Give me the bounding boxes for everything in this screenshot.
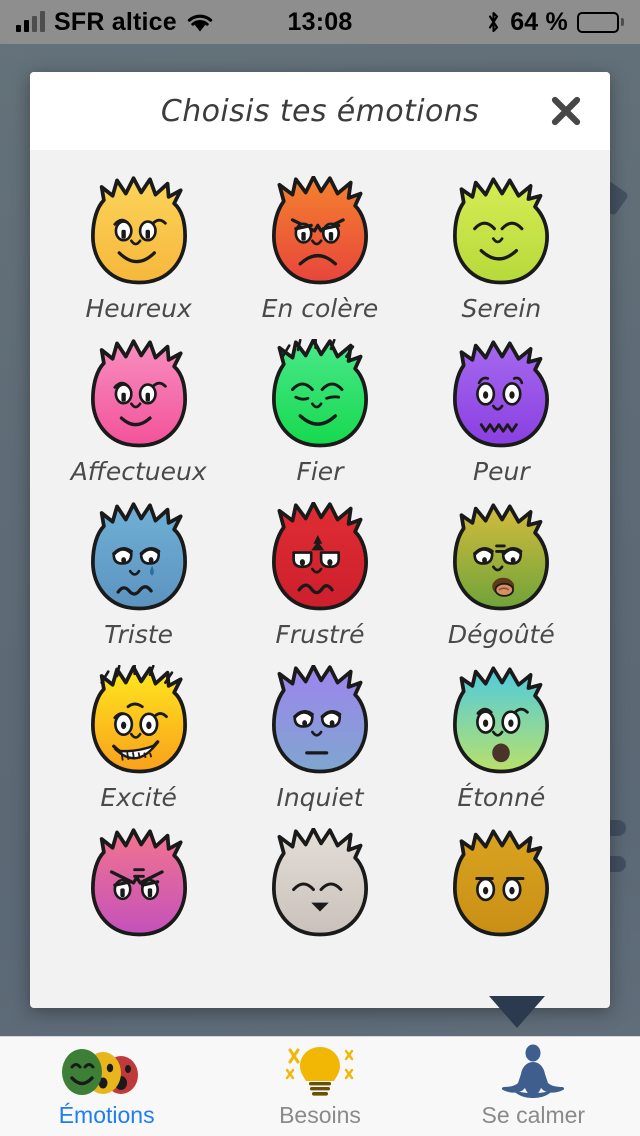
battery-percent-label: 64 % bbox=[510, 7, 568, 36]
emotion-face-icon bbox=[453, 503, 550, 611]
carrier-label: SFR altice bbox=[54, 7, 177, 36]
emotion-item[interactable] bbox=[48, 828, 229, 940]
emotion-faces-icon bbox=[59, 1044, 155, 1098]
close-button[interactable] bbox=[544, 89, 588, 133]
battery-icon bbox=[577, 11, 624, 33]
emotion-item[interactable]: Dégoûté bbox=[411, 502, 592, 649]
emotion-face-icon bbox=[90, 176, 187, 285]
emotion-face-icon bbox=[453, 340, 550, 448]
emotion-face-icon bbox=[453, 666, 550, 774]
wifi-icon bbox=[186, 12, 214, 33]
emotion-face-icon bbox=[272, 828, 368, 937]
emotion-item[interactable]: Heureux bbox=[48, 176, 229, 323]
emotion-item[interactable]: Étonné bbox=[411, 665, 592, 812]
signal-bars-icon bbox=[16, 11, 45, 32]
emotion-item[interactable]: Triste bbox=[48, 502, 229, 649]
emotion-item[interactable] bbox=[229, 828, 410, 940]
tab-emotions[interactable]: Émotions bbox=[0, 1037, 213, 1136]
status-bar: SFR altice 13:08 64 % bbox=[0, 0, 640, 44]
emotion-item[interactable]: Excité bbox=[48, 665, 229, 812]
scroll-down-indicator[interactable] bbox=[489, 996, 545, 1028]
emotion-item[interactable] bbox=[411, 828, 592, 940]
emotion-item[interactable]: Inquiet bbox=[229, 665, 410, 812]
emotion-item[interactable]: Frustré bbox=[229, 502, 410, 649]
emotion-label: Inquiet bbox=[276, 783, 364, 812]
modal-header: Choisis tes émotions bbox=[30, 72, 610, 150]
tab-label-emotions: Émotions bbox=[58, 1102, 155, 1128]
status-bar-left: SFR altice bbox=[16, 8, 486, 37]
tab-besoins[interactable]: Besoins bbox=[213, 1037, 426, 1136]
lightbulb-icon bbox=[282, 1044, 358, 1098]
emotion-label: Triste bbox=[104, 620, 174, 649]
emotion-label: Serein bbox=[461, 294, 542, 323]
tab-label-besoins: Besoins bbox=[279, 1102, 361, 1128]
emotion-label: Heureux bbox=[85, 294, 192, 323]
page-title: Choisis tes émotions bbox=[160, 93, 480, 129]
emotion-label: En colère bbox=[261, 294, 379, 323]
emotion-face-icon bbox=[272, 502, 368, 611]
tab-se-calmer[interactable]: Se calmer bbox=[427, 1037, 640, 1136]
emotion-item[interactable]: En colère bbox=[229, 176, 410, 323]
emotion-face-icon bbox=[90, 502, 187, 611]
tab-label-secalmer: Se calmer bbox=[481, 1102, 586, 1128]
emotion-face-icon bbox=[90, 828, 187, 937]
emotion-label: Peur bbox=[473, 457, 530, 486]
emotion-item[interactable]: Fier bbox=[229, 339, 410, 486]
emotion-label: Étonné bbox=[457, 783, 546, 812]
emotion-grid: Heureux En colère Serein Affectueux Fier Peur… bbox=[30, 150, 610, 940]
emotion-item[interactable]: Peur bbox=[411, 339, 592, 486]
emotion-face-icon bbox=[453, 829, 550, 937]
emotion-item[interactable]: Affectueux bbox=[48, 339, 229, 486]
meditation-icon bbox=[495, 1044, 571, 1098]
emotion-label: Frustré bbox=[275, 620, 365, 649]
emotion-face-icon bbox=[272, 339, 368, 448]
emotion-face-icon bbox=[272, 176, 368, 285]
emotion-face-icon bbox=[90, 665, 187, 774]
emotion-item[interactable]: Serein bbox=[411, 176, 592, 323]
emotion-label: Affectueux bbox=[70, 457, 207, 486]
emotions-modal: Choisis tes émotions Heureux En colère Ser… bbox=[30, 72, 610, 1008]
emotion-face-icon bbox=[90, 339, 187, 448]
emotion-label: Excité bbox=[100, 783, 177, 812]
emotion-face-icon bbox=[453, 177, 550, 285]
emotion-face-icon bbox=[272, 665, 368, 774]
bluetooth-icon bbox=[486, 10, 501, 34]
close-icon bbox=[551, 96, 581, 126]
emotion-label: Dégoûté bbox=[447, 620, 555, 649]
emotion-label: Fier bbox=[296, 457, 344, 486]
tab-bar: Émotions Besoins Se calmer bbox=[0, 1036, 640, 1136]
status-bar-right: 64 % bbox=[486, 8, 624, 37]
